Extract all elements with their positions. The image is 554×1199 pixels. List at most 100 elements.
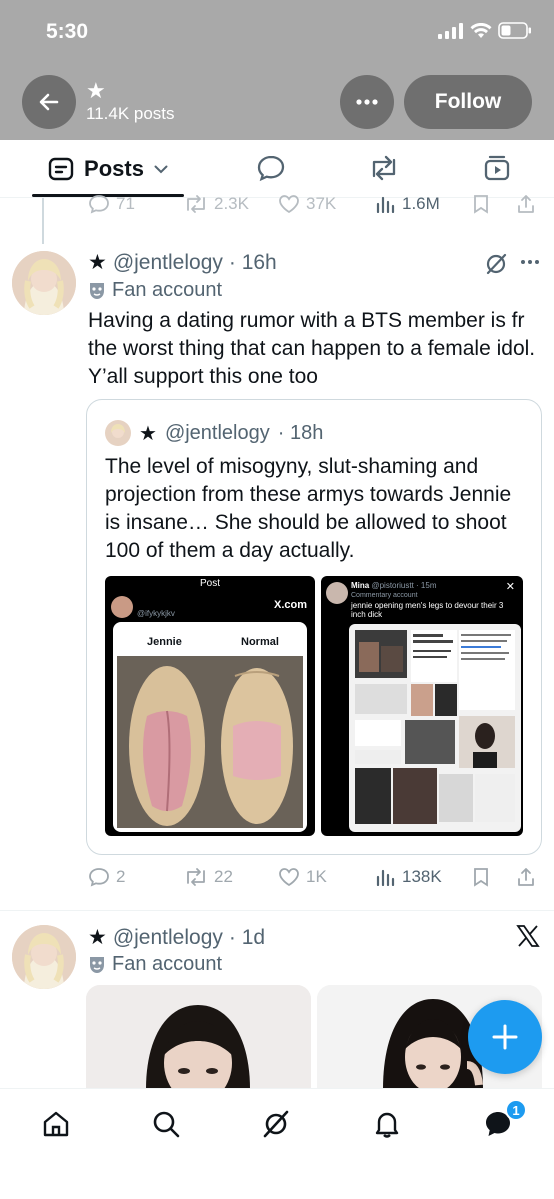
repost-button[interactable]: 2.3K xyxy=(184,194,249,214)
post-actions: 2 22 1K 138K xyxy=(0,867,554,893)
x-logo-icon xyxy=(516,925,540,947)
reply-icon xyxy=(89,195,109,214)
like-button[interactable]: 37K xyxy=(278,194,336,214)
like-button[interactable]: 1K xyxy=(278,867,327,887)
grok-icon[interactable] xyxy=(261,1109,291,1139)
fan-account-text: Fan account xyxy=(112,953,223,975)
quote-text: The level of misogyny, slut-shaming and … xyxy=(105,455,512,562)
grok-icon[interactable] xyxy=(484,252,508,276)
battery-icon xyxy=(498,22,531,39)
repost-icon xyxy=(187,195,205,213)
home-icon[interactable] xyxy=(41,1109,71,1139)
right-image-byline: Mina @pistoriustt · 15m xyxy=(351,581,437,590)
profile-name: ★ xyxy=(86,78,106,103)
repost-count: 2.3K xyxy=(214,194,249,213)
quote-image-left[interactable]: Post @ifykykjkv X.com Jennie Normal xyxy=(105,576,315,836)
share-icon xyxy=(518,195,534,213)
profile-header: 5:30 ★ 11.4K posts Follow xyxy=(0,0,554,140)
plus-icon xyxy=(492,1024,518,1050)
portrait-photo xyxy=(86,985,311,1089)
compose-button[interactable] xyxy=(468,1000,542,1074)
left-image-label-left: Jennie xyxy=(147,636,182,648)
tab-replies-icon[interactable] xyxy=(256,154,286,182)
left-image-header: Post xyxy=(199,578,220,589)
reply-count: 71 xyxy=(116,194,135,213)
heart-icon xyxy=(279,195,299,214)
author-handle[interactable]: @jentlelogy xyxy=(113,251,223,275)
avatar[interactable] xyxy=(12,251,76,315)
views-button[interactable]: 138K xyxy=(376,867,442,887)
ellipsis-icon xyxy=(356,99,378,105)
bell-icon[interactable] xyxy=(372,1109,402,1139)
profile-tabs: Posts xyxy=(0,140,554,198)
share-button[interactable] xyxy=(516,867,536,887)
views-icon xyxy=(376,869,395,886)
search-icon[interactable] xyxy=(151,1109,181,1139)
right-image-handle: @pistoriustt · 15m xyxy=(371,581,437,590)
follow-button[interactable]: Follow xyxy=(404,75,532,129)
previous-post-actions: 71 2.3K 37K 1.6M xyxy=(0,194,554,218)
tab-posts-label: Posts xyxy=(84,156,144,181)
tab-reposts-icon[interactable] xyxy=(368,154,400,182)
share-button[interactable] xyxy=(516,194,536,214)
views-count: 138K xyxy=(402,867,442,886)
reply-button[interactable]: 2 xyxy=(88,867,125,887)
tab-posts[interactable]: Posts xyxy=(32,140,184,198)
left-image-avatar xyxy=(111,596,133,618)
quote-meta: ★ @jentlelogy · 18h xyxy=(105,420,323,446)
tab-media-icon[interactable] xyxy=(483,154,511,182)
author-name[interactable]: ★ xyxy=(88,925,107,950)
quote-avatar xyxy=(105,420,131,446)
media-image-1[interactable] xyxy=(86,985,311,1089)
author-name[interactable]: ★ xyxy=(88,250,107,275)
repost-button[interactable]: 22 xyxy=(184,867,233,887)
post-count: 11.4K posts xyxy=(86,104,175,123)
quote-author-handle: @jentlelogy xyxy=(164,421,270,444)
signal-icon xyxy=(438,22,463,39)
sandwich-photo xyxy=(117,656,303,828)
repost-count: 22 xyxy=(214,867,233,886)
bookmark-icon xyxy=(474,195,488,214)
right-image-caption: jennie opening men's legs to devour thei… xyxy=(351,601,504,619)
left-image-card: Jennie Normal xyxy=(113,622,307,832)
heart-icon xyxy=(279,868,299,887)
post-text: Having a dating rumor with a BTS member … xyxy=(88,309,536,388)
views-count: 1.6M xyxy=(402,194,440,213)
avatar[interactable] xyxy=(12,925,76,989)
reply-icon xyxy=(89,868,109,887)
bookmark-button[interactable] xyxy=(472,867,490,887)
right-image-label: Commentary account xyxy=(351,592,418,599)
reply-button[interactable]: 71 xyxy=(88,194,135,214)
more-options-button[interactable] xyxy=(340,75,394,129)
right-image-name: Mina xyxy=(351,581,370,590)
screenshot-collage xyxy=(349,624,521,832)
like-count: 1K xyxy=(306,867,327,886)
posts-icon xyxy=(48,157,74,181)
post-time: · 1d xyxy=(228,925,266,949)
fan-account-label: Fan account xyxy=(88,279,222,302)
right-image-avatar xyxy=(326,582,348,604)
chevron-down-icon xyxy=(154,165,168,173)
avatar-image xyxy=(12,925,76,989)
quote-author-name: ★ xyxy=(139,422,157,445)
views-button[interactable]: 1.6M xyxy=(376,194,440,214)
post-meta: ★ @jentlelogy · 16h xyxy=(88,250,277,275)
quoted-post[interactable]: ★ @jentlelogy · 18h The level of misogyn… xyxy=(86,399,542,855)
post-meta: ★ @jentlelogy · 1d xyxy=(88,925,265,950)
left-image-user: @ifykykjkv xyxy=(137,609,175,618)
status-icons xyxy=(438,22,532,39)
status-time: 5:30 xyxy=(46,20,89,43)
author-handle[interactable]: @jentlelogy xyxy=(113,926,223,950)
post-time: · 16h xyxy=(228,250,277,274)
post-more-icon[interactable] xyxy=(520,259,540,265)
repost-icon xyxy=(187,868,205,886)
like-count: 37K xyxy=(306,194,337,213)
quote-image-right[interactable]: Mina @pistoriustt · 15m ✕ Commentary acc… xyxy=(321,576,523,836)
back-button[interactable] xyxy=(22,75,76,129)
bookmark-icon xyxy=(474,868,488,887)
quote-time: · 18h xyxy=(277,421,324,444)
arrow-left-icon xyxy=(39,93,59,111)
notification-badge: 1 xyxy=(505,1099,527,1121)
bookmark-button[interactable] xyxy=(472,194,490,214)
bottom-navigation xyxy=(0,1088,554,1199)
